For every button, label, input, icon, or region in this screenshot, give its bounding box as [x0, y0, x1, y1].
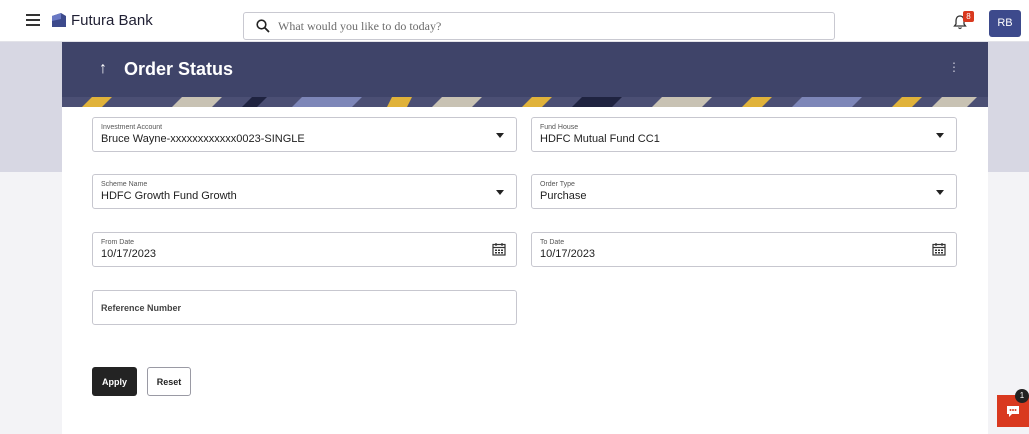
reference-number-placeholder: Reference Number [101, 303, 182, 313]
hamburger-icon[interactable] [26, 14, 40, 26]
chevron-down-icon[interactable] [936, 190, 944, 195]
order-type-value: Purchase [540, 190, 587, 202]
order-type-select[interactable]: Order Type Purchase [531, 174, 957, 209]
notification-badge: 8 [963, 11, 974, 22]
kebab-icon[interactable]: ⋮ [948, 60, 960, 74]
investment-account-label: Investment Account [101, 124, 163, 131]
banner-pattern [62, 97, 988, 107]
bank-logo-icon [52, 13, 66, 27]
investment-account-select[interactable]: Investment Account Bruce Wayne-xxxxxxxxx… [92, 117, 517, 152]
avatar[interactable]: RB [989, 10, 1021, 37]
calendar-icon[interactable] [932, 242, 946, 256]
from-date-label: From Date [101, 239, 135, 246]
to-date-label: To Date [540, 239, 565, 246]
apply-button[interactable]: Apply [92, 367, 137, 396]
page-title: Order Status [124, 59, 234, 79]
from-date-field[interactable]: From Date 10/17/2023 [92, 232, 517, 267]
calendar-icon[interactable] [492, 242, 506, 256]
from-date-value: 10/17/2023 [101, 248, 157, 260]
reset-button[interactable]: Reset [147, 367, 191, 396]
chevron-down-icon[interactable] [496, 133, 504, 138]
chat-badge: 1 [1015, 389, 1029, 403]
order-type-label: Order Type [540, 181, 575, 188]
search-input[interactable] [278, 16, 818, 36]
investment-account-value: Bruce Wayne-xxxxxxxxxxxx0023-SINGLE [101, 133, 305, 145]
scheme-name-label: Scheme Name [101, 181, 148, 188]
search-icon[interactable] [256, 19, 270, 33]
reference-number-input[interactable]: Reference Number [92, 290, 517, 325]
search-box[interactable] [243, 12, 835, 40]
brand-name[interactable]: Futura Bank [71, 12, 153, 29]
to-date-value: 10/17/2023 [540, 248, 596, 260]
back-arrow-icon[interactable]: ↑ [99, 60, 107, 78]
fund-house-label: Fund House [540, 124, 579, 131]
top-bar: Futura Bank 8 RB [0, 0, 1029, 42]
scheme-name-select[interactable]: Scheme Name HDFC Growth Fund Growth [92, 174, 517, 209]
to-date-field[interactable]: To Date 10/17/2023 [531, 232, 957, 267]
fund-house-value: HDFC Mutual Fund CC1 [540, 133, 660, 145]
order-status-form [62, 107, 988, 434]
chevron-down-icon[interactable] [496, 190, 504, 195]
scheme-name-value: HDFC Growth Fund Growth [101, 190, 237, 202]
fund-house-select[interactable]: Fund House HDFC Mutual Fund CC1 [531, 117, 957, 152]
chevron-down-icon[interactable] [936, 133, 944, 138]
